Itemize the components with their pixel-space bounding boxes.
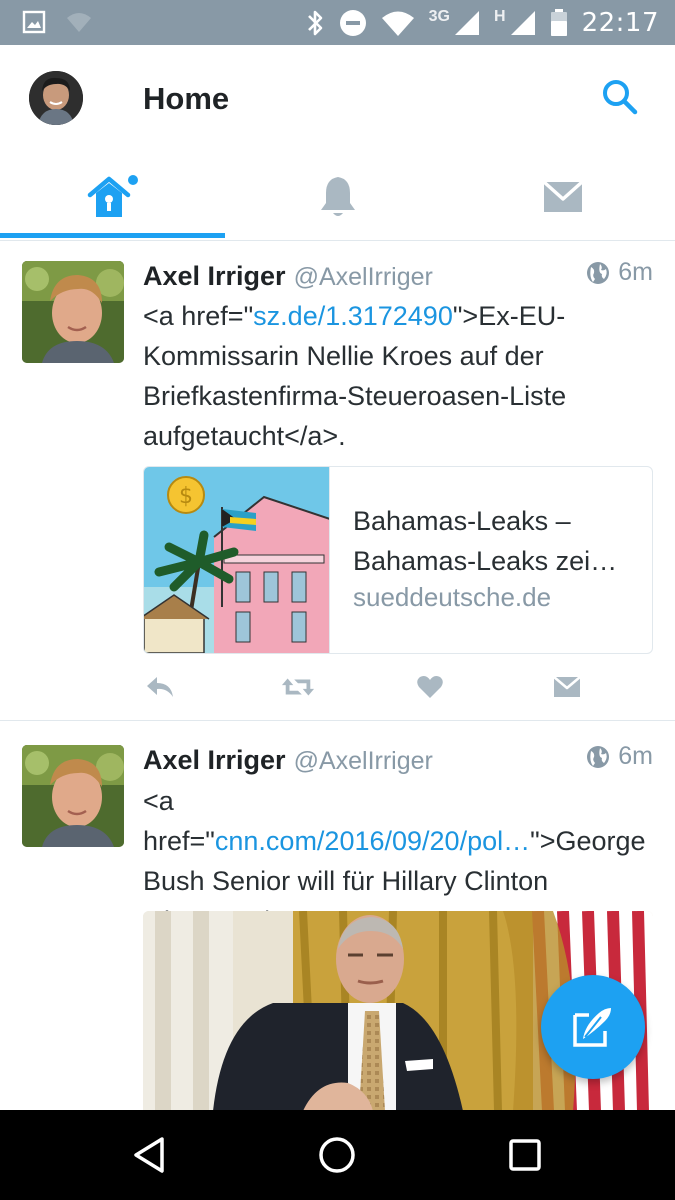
author-avatar[interactable]	[22, 261, 124, 363]
unread-dot	[127, 174, 138, 185]
circle-home-icon	[319, 1137, 355, 1173]
dnd-icon	[339, 10, 366, 36]
profile-avatar[interactable]	[29, 71, 83, 125]
mail-icon	[542, 180, 583, 212]
home-nav-button[interactable]	[314, 1132, 360, 1178]
author-name[interactable]: Axel Irriger	[143, 261, 286, 292]
tweet-timestamp: 6m	[586, 258, 653, 287]
tweet[interactable]: Axel Irriger @AxelIrriger 6m <a href="sz…	[0, 241, 675, 720]
recents-button[interactable]	[502, 1132, 548, 1178]
card-title-line-2: Bahamas-Leaks zei…	[353, 546, 618, 576]
tweet-text-prefix: <a href="	[143, 786, 215, 856]
mail-icon	[553, 676, 581, 697]
tweet-actions	[143, 671, 583, 703]
search-button[interactable]	[600, 77, 640, 117]
direct-message-button[interactable]	[550, 671, 584, 703]
battery-icon	[550, 9, 567, 36]
status-bar: 3G H 22:17	[0, 0, 675, 45]
bluetooth-icon	[307, 10, 322, 36]
globe-icon	[587, 745, 610, 768]
home-icon	[87, 174, 138, 217]
gallery-icon	[22, 10, 46, 34]
network-type-3g: 3G	[428, 8, 450, 25]
retweet-icon	[281, 678, 315, 696]
bell-icon	[320, 176, 355, 216]
tab-notifications[interactable]	[225, 153, 450, 240]
tweet-text-prefix: <a href="	[143, 301, 254, 331]
tweet-link[interactable]: cnn.com/2016/09/20/pol…	[215, 826, 530, 856]
tweet-text: <a href="sz.de/1.3172490">Ex-EU-Kommissa…	[143, 296, 653, 456]
card-title: Bahamas-Leaks – Bahamas-Leaks zei…	[353, 501, 638, 581]
like-button[interactable]	[413, 671, 447, 703]
tab-home[interactable]	[0, 153, 225, 240]
heart-icon	[417, 676, 443, 698]
link-card[interactable]: $ Bahamas-Leaks – Bahamas-Leaks zei… sue…	[143, 466, 653, 654]
tweet-time: 6m	[618, 742, 653, 770]
tweet-link[interactable]: sz.de/1.3172490	[253, 301, 453, 331]
card-thumbnail: $	[144, 467, 330, 653]
card-domain: sueddeutsche.de	[353, 582, 552, 612]
clock: 22:17	[581, 8, 659, 38]
tweet-header: Axel Irriger @AxelIrriger 6m	[143, 258, 653, 294]
page-title: Home	[143, 81, 230, 116]
tweet-timestamp: 6m	[586, 742, 653, 771]
svg-text:$: $	[179, 484, 193, 509]
tweet-header: Axel Irriger @AxelIrriger 6m	[143, 742, 653, 778]
signal-icon	[510, 11, 535, 35]
back-icon	[134, 1137, 164, 1173]
tab-messages[interactable]	[450, 153, 675, 240]
tweet-time: 6m	[618, 258, 653, 286]
wifi-icon	[381, 11, 414, 36]
status-right: 3G H 22:17	[305, 8, 659, 38]
search-icon	[603, 80, 638, 115]
wifi-off-icon	[67, 13, 92, 32]
globe-icon	[587, 261, 610, 284]
active-tab-indicator	[0, 233, 225, 238]
tab-bar	[0, 153, 675, 241]
status-left	[22, 10, 92, 34]
android-nav-bar	[0, 1110, 675, 1200]
compose-tweet-button[interactable]	[541, 975, 645, 1079]
author-avatar[interactable]	[22, 745, 124, 847]
back-button[interactable]	[127, 1132, 173, 1178]
author-handle[interactable]: @AxelIrriger	[294, 263, 433, 292]
reply-button[interactable]	[143, 671, 177, 703]
compose-icon	[573, 1008, 611, 1047]
reply-icon	[147, 677, 173, 697]
retweet-button[interactable]	[281, 671, 315, 703]
author-handle[interactable]: @AxelIrriger	[294, 747, 433, 776]
network-type-h: H	[494, 8, 506, 25]
square-recents-icon	[509, 1139, 541, 1171]
card-title-line-1: Bahamas-Leaks –	[353, 506, 571, 536]
app-header: Home	[0, 45, 675, 153]
signal-icon	[455, 11, 479, 35]
author-name[interactable]: Axel Irriger	[143, 745, 286, 776]
